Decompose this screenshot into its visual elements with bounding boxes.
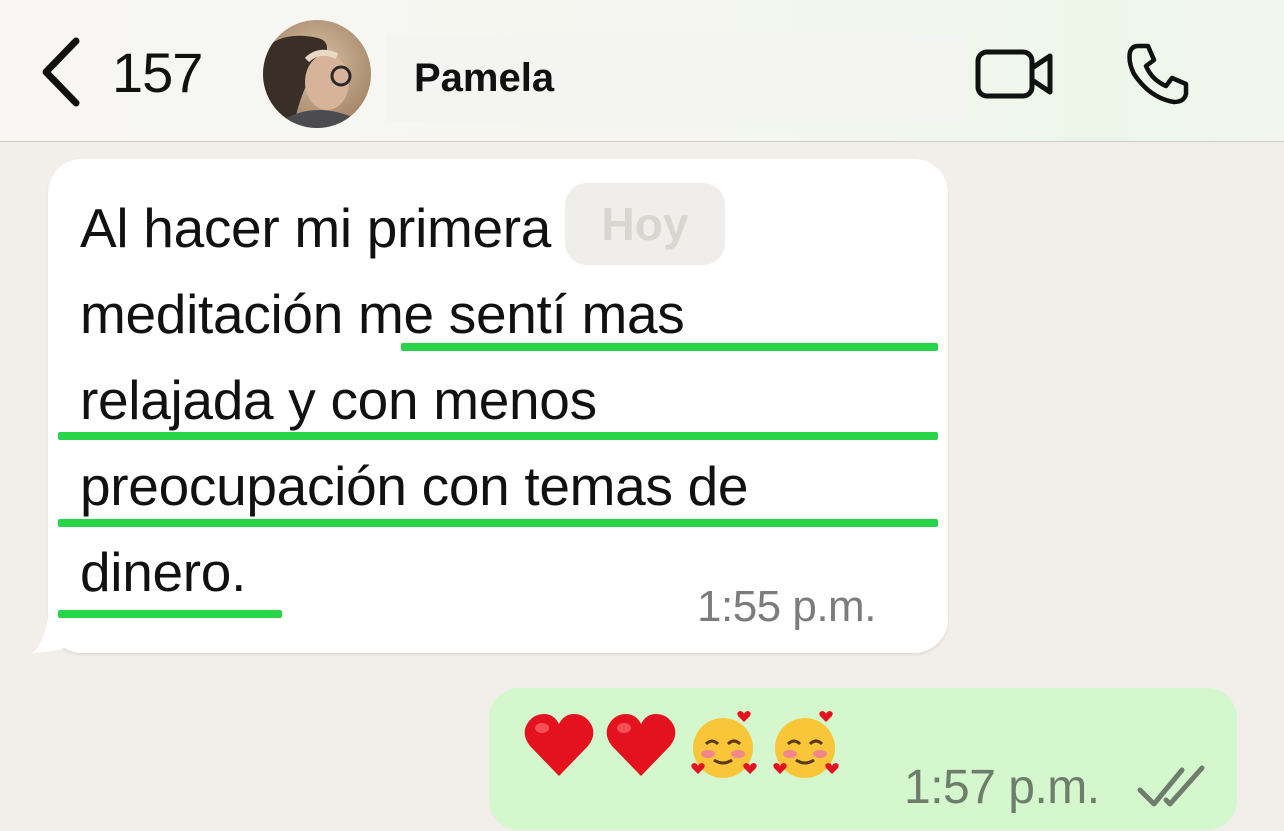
phone-icon bbox=[1127, 43, 1189, 105]
unread-count: 157 bbox=[112, 40, 203, 104]
highlight-underline bbox=[58, 519, 938, 527]
video-camera-icon bbox=[975, 49, 1053, 99]
chat-header: 157 Pamela bbox=[0, 0, 1284, 142]
smiling-face-with-hearts-icon bbox=[691, 711, 757, 778]
red-heart-icon bbox=[606, 714, 676, 776]
emoji-message bbox=[522, 708, 842, 782]
message-line: relajada y con menos bbox=[80, 369, 597, 431]
outgoing-timestamp: 1:57 p.m. bbox=[904, 761, 1100, 814]
message-line: preocupación con temas de bbox=[80, 455, 749, 517]
contact-avatar[interactable] bbox=[263, 20, 371, 128]
red-heart-icon bbox=[524, 714, 594, 776]
highlight-underline bbox=[58, 432, 938, 440]
contact-name-area[interactable]: Pamela bbox=[386, 34, 968, 122]
incoming-timestamp: 1:55 p.m. bbox=[697, 582, 876, 631]
highlight-underline bbox=[401, 343, 938, 351]
smiling-face-with-hearts-icon bbox=[773, 711, 839, 778]
contact-name: Pamela bbox=[414, 55, 555, 100]
avatar-image bbox=[263, 20, 371, 128]
video-call-button[interactable] bbox=[974, 44, 1056, 104]
chevron-left-icon bbox=[42, 37, 80, 107]
incoming-message-text: Al hacer mi primera meditación me sentí … bbox=[80, 185, 940, 615]
chat-screen: 157 Pamela Hoy Al hacer mi primera medit… bbox=[0, 0, 1284, 831]
message-line: Al hacer mi primera bbox=[80, 197, 552, 259]
double-check-icon bbox=[1137, 765, 1205, 807]
voice-call-button[interactable] bbox=[1124, 40, 1194, 106]
back-button[interactable]: 157 bbox=[36, 34, 226, 110]
highlight-underline bbox=[58, 610, 282, 618]
